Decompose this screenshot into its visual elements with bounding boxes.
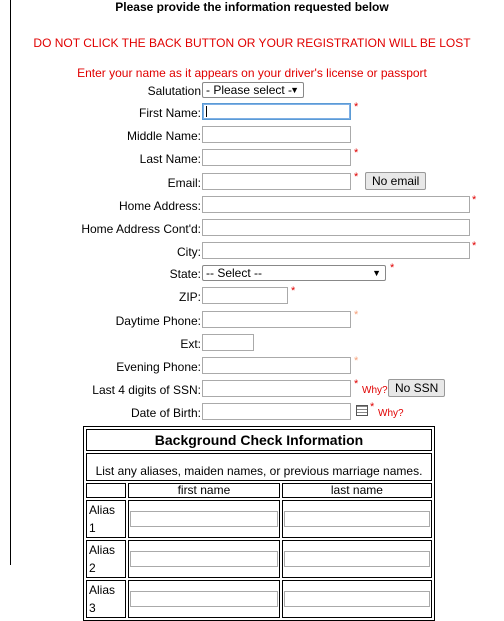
ssn-why-link[interactable]: Why? <box>362 385 388 396</box>
home-address-contd-label: Home Address Cont'd: <box>81 222 201 236</box>
evening-phone-input[interactable] <box>202 357 351 374</box>
zip-label: ZIP: <box>178 290 201 304</box>
zip-row: ZIP: * <box>0 285 504 308</box>
state-value: -- Select -- <box>206 266 263 280</box>
background-check-title: Background Check Information <box>86 429 432 451</box>
zip-input[interactable] <box>202 287 288 304</box>
required-marker: * <box>354 378 359 390</box>
evening-phone-row: Evening Phone: * <box>0 355 504 378</box>
salutation-value: - Please select - <box>206 83 293 97</box>
city-input[interactable] <box>202 242 470 259</box>
required-marker: * <box>354 171 359 183</box>
first-name-label: First Name: <box>138 106 201 120</box>
salutation-select[interactable]: - Please select - ▼ <box>202 82 304 98</box>
home-address-input[interactable] <box>202 196 470 213</box>
required-marker: * <box>472 240 477 252</box>
email-input[interactable] <box>202 173 351 190</box>
state-label: State: <box>169 267 201 281</box>
no-ssn-button[interactable]: No SSN <box>388 379 446 397</box>
ssn-label: Last 4 digits of SSN: <box>92 383 201 397</box>
alias-3-first-name-input[interactable] <box>130 591 278 607</box>
home-address-contd-row: Home Address Cont'd: <box>0 218 504 240</box>
alias-1-first-name-input[interactable] <box>130 511 278 527</box>
middle-name-row: Middle Name: <box>0 125 504 147</box>
required-marker: * <box>354 101 359 113</box>
required-marker: * <box>370 401 375 413</box>
alias-label: Alias 3 <box>86 580 126 618</box>
required-marker: * <box>291 285 296 297</box>
text-caret <box>206 106 207 117</box>
home-address-contd-input[interactable] <box>202 219 470 236</box>
dropdown-arrow-icon: ▼ <box>372 268 381 278</box>
ssn-row: Last 4 digits of SSN: * Why? No SSN <box>0 378 504 401</box>
dob-input[interactable] <box>202 403 351 420</box>
dob-label: Date of Birth: <box>130 406 201 420</box>
middle-name-input[interactable] <box>202 126 351 143</box>
state-select[interactable]: -- Select -- ▼ <box>202 265 386 281</box>
required-marker: * <box>354 355 359 367</box>
state-row: State: -- Select -- ▼ * <box>0 262 504 285</box>
daytime-phone-row: Daytime Phone: * <box>0 309 504 332</box>
last-name-label: Last Name: <box>139 152 201 166</box>
ext-input[interactable] <box>202 334 254 351</box>
city-label: City: <box>177 245 201 259</box>
instructions-heading: Please provide the information requested… <box>115 1 389 13</box>
last-name-input[interactable] <box>202 149 351 166</box>
city-row: City: * <box>0 240 504 263</box>
email-label: Email: <box>167 176 201 190</box>
required-marker: * <box>472 194 477 206</box>
ext-label: Ext: <box>180 337 201 351</box>
daytime-phone-input[interactable] <box>202 311 351 328</box>
first-name-row: First Name: * <box>0 101 504 124</box>
alias-header-blank <box>86 483 126 498</box>
required-marker: * <box>354 147 359 159</box>
dropdown-arrow-icon: ▼ <box>290 85 299 95</box>
evening-phone-label: Evening Phone: <box>116 360 201 374</box>
last-name-column-header: last name <box>281 483 432 498</box>
alias-label: Alias 2 <box>86 540 126 578</box>
table-row: Alias 2 <box>86 540 432 578</box>
alias-3-last-name-input[interactable] <box>283 591 430 607</box>
ext-row: Ext: <box>0 333 504 355</box>
background-check-subtitle: List any aliases, maiden names, or previ… <box>86 453 432 481</box>
alias-1-last-name-input[interactable] <box>283 511 430 527</box>
back-button-warning: DO NOT CLICK THE BACK BUTTON OR YOUR REG… <box>33 36 471 50</box>
first-name-column-header: first name <box>128 483 280 498</box>
home-address-row: Home Address: * <box>0 194 504 217</box>
daytime-phone-label: Daytime Phone: <box>115 314 201 328</box>
dob-row: Date of Birth: * Why? <box>0 401 504 424</box>
dob-why-link[interactable]: Why? <box>378 408 404 419</box>
required-marker: * <box>390 262 395 274</box>
alias-label: Alias 1 <box>86 500 126 538</box>
background-check-table: Background Check Information List any al… <box>83 426 435 621</box>
middle-name-label: Middle Name: <box>126 129 201 143</box>
required-marker: * <box>354 309 359 321</box>
salutation-label: Salutation <box>147 84 201 98</box>
name-instruction: Enter your name as it appears on your dr… <box>77 66 427 80</box>
ssn-input[interactable] <box>202 380 351 397</box>
no-email-button[interactable]: No email <box>365 172 427 190</box>
salutation-row: Salutation - Please select - ▼ <box>0 80 504 102</box>
home-address-label: Home Address: <box>118 199 201 213</box>
first-name-input[interactable] <box>202 103 351 120</box>
table-row: Alias 3 <box>86 580 432 618</box>
table-row: Alias 1 <box>86 500 432 538</box>
calendar-icon[interactable] <box>356 405 368 416</box>
last-name-row: Last Name: * <box>0 147 504 170</box>
email-row: Email: * No email <box>0 171 504 194</box>
